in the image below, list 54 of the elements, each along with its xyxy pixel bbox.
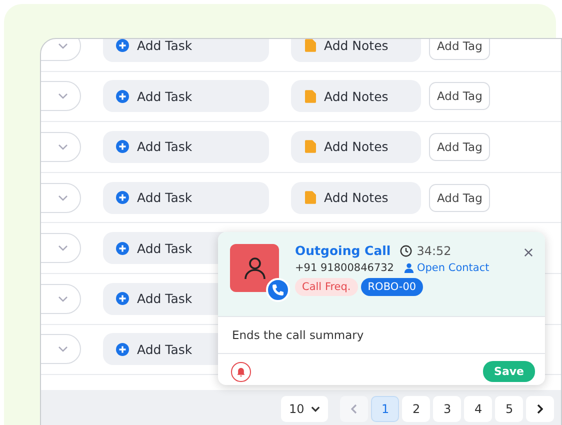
clock-icon [400,244,412,256]
plus-circle-icon [116,191,129,204]
add-tag-button[interactable]: Add Tag [429,184,490,212]
plus-circle-icon [116,242,129,255]
chevron-down-icon [58,42,68,49]
chevron-down-icon [311,406,320,412]
note-icon [305,140,316,154]
call-summary-text: Ends the call summary [218,317,545,354]
note-icon [305,90,316,103]
tag-chip: ROBO-00 [360,278,424,296]
previous-page-button[interactable] [340,396,368,422]
chevron-down-icon [58,296,68,302]
close-icon [524,248,533,257]
chevron-right-icon [537,404,544,414]
phone-icon [266,278,290,302]
add-task-button[interactable]: Add Task [103,80,269,112]
page-button[interactable]: 5 [495,396,524,422]
open-contact-link[interactable]: Open Contact [404,262,490,274]
reminder-button[interactable] [231,362,251,382]
chevron-down-icon [58,245,68,252]
page-button[interactable]: 1 [371,396,400,422]
chevron-down-icon [58,93,68,100]
person-icon [242,256,266,280]
plus-circle-icon [116,292,129,306]
add-tag-button[interactable]: Add Tag [429,132,490,161]
chevron-down-icon [58,346,68,352]
call-duration: 34:52 [416,244,452,258]
plus-circle-icon [116,140,129,154]
page-size-select[interactable]: 10 [281,396,328,422]
add-tag-button[interactable]: Add Tag [429,82,490,110]
next-page-button[interactable] [526,396,554,422]
plus-circle-icon [116,90,129,103]
page-button[interactable]: 2 [402,396,430,422]
chevron-left-icon [351,404,358,414]
add-task-button[interactable]: Add Task [103,130,269,163]
add-tag-button[interactable]: Add Tag [429,39,490,60]
note-icon [305,191,316,204]
add-notes-button[interactable]: Add Notes [291,130,421,163]
page-button[interactable]: 3 [433,396,462,422]
chevron-down-icon [58,144,68,150]
tag-chip: Call Freq. [295,278,358,296]
phone-number: +91 91800846732 [295,262,394,274]
page-button[interactable]: 4 [464,396,492,422]
call-title: Outgoing Call [295,243,391,258]
add-task-button[interactable]: Add Task [103,39,269,62]
note-icon [305,39,316,52]
add-notes-button[interactable]: Add Notes [291,182,421,214]
chevron-down-icon [58,194,68,201]
person-icon [404,263,414,273]
add-notes-button[interactable]: Add Notes [291,80,421,112]
bell-icon [236,366,246,376]
add-notes-button[interactable]: Add Notes [291,39,421,62]
add-task-button[interactable]: Add Task [103,182,269,214]
plus-circle-icon [116,342,129,356]
